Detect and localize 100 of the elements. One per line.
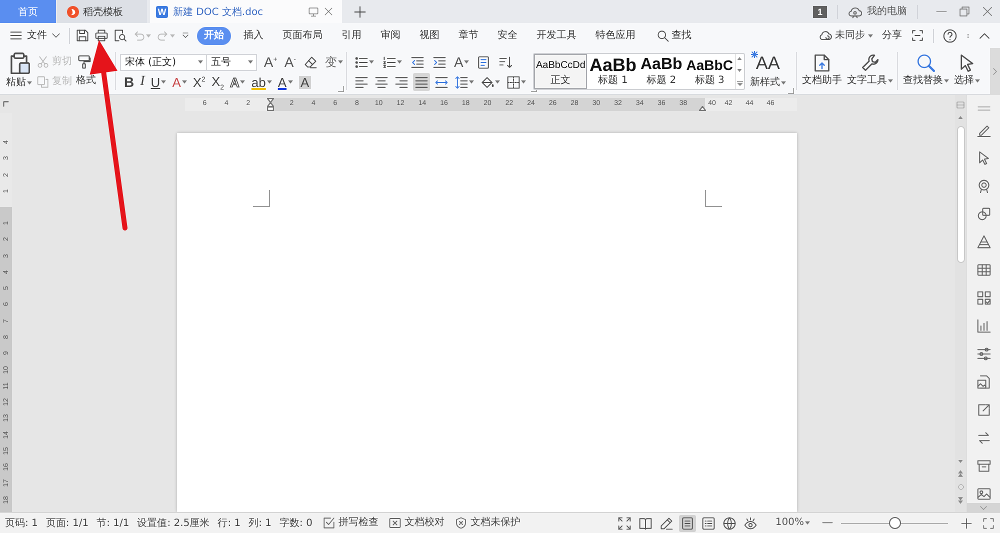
slider-thumb[interactable] <box>888 517 900 529</box>
vertical-scrollbar[interactable] <box>955 95 966 512</box>
fit-icon[interactable] <box>983 518 994 528</box>
grid-icon[interactable] <box>976 291 990 305</box>
ribbon-tab[interactable]: 特色应用 <box>586 28 645 44</box>
style-option[interactable]: AaBbC 标题 3 <box>684 54 735 89</box>
sliders-icon[interactable] <box>976 347 990 361</box>
style-option[interactable]: AaBbCcDd 正文 <box>534 54 588 89</box>
bold-button[interactable]: B <box>123 73 136 91</box>
window-count-badge[interactable]: 1 <box>813 6 827 18</box>
dropdown-icon[interactable] <box>181 32 190 40</box>
select-button[interactable]: 选择 <box>952 52 982 86</box>
shrink-font-button[interactable]: A$^{-}$ <box>283 53 297 71</box>
minus-icon[interactable] <box>822 522 833 524</box>
swap-arrows-icon[interactable] <box>976 431 990 445</box>
file-menu-button[interactable]: 文件 <box>10 30 60 40</box>
character-spacing-button[interactable]: A <box>453 53 470 71</box>
subscript-button[interactable]: X$_{2}$ <box>210 73 226 91</box>
share-button[interactable]: 分享 <box>882 30 902 40</box>
tab-stop-icon[interactable] <box>3 101 9 107</box>
bar-chart-icon[interactable] <box>976 319 990 333</box>
grow-font-button[interactable]: A$^{+}$ <box>262 53 278 71</box>
export-icon[interactable] <box>976 403 990 417</box>
format-painter-button[interactable]: 格式 <box>76 52 96 86</box>
justify-button[interactable] <box>413 73 430 91</box>
page-view-button[interactable] <box>679 514 696 532</box>
rosette-icon[interactable] <box>976 179 990 193</box>
superscript-button[interactable]: X$^{2}$ <box>192 73 206 91</box>
monitor-icon[interactable] <box>308 6 319 16</box>
chevron-up-icon[interactable] <box>979 32 990 38</box>
grip-icon[interactable] <box>976 106 990 111</box>
font-name-field[interactable]: 宋体 (正文) <box>120 54 208 70</box>
ribbon-tab[interactable]: 引用 <box>332 28 371 44</box>
ribbon-tab[interactable]: 页面布局 <box>273 28 332 44</box>
plus-icon[interactable] <box>354 6 366 18</box>
document-tab[interactable]: W 新建 DOC 文档.doc <box>150 0 342 23</box>
search-button[interactable]: 查找 <box>647 26 701 44</box>
find-replace-button[interactable]: 查找替换 <box>900 52 951 86</box>
fullscreen-button[interactable] <box>616 514 634 532</box>
style-option[interactable]: AaBb 标题 2 <box>638 54 684 89</box>
pencil-icon[interactable] <box>976 123 990 137</box>
style-option[interactable]: AaBb 标题 1 <box>587 54 638 89</box>
save-icon[interactable] <box>76 29 89 42</box>
zoom-level-button[interactable]: 100% <box>775 518 810 528</box>
help-icon[interactable] <box>943 28 957 42</box>
double-up-icon[interactable] <box>958 470 963 477</box>
template-tab[interactable]: 稻壳模板 <box>57 0 147 23</box>
document-assistant-button[interactable]: 文档助手 <box>800 52 844 86</box>
ribbon-tab[interactable]: 视图 <box>410 28 449 44</box>
text-tools-button[interactable]: 文字工具 <box>844 52 895 86</box>
ribbon-tab[interactable]: 章节 <box>449 28 488 44</box>
new-style-button[interactable]: AA 新样式 <box>748 52 788 88</box>
font-color-button[interactable]: A <box>276 73 294 91</box>
image-icon[interactable] <box>976 375 990 389</box>
device-button[interactable]: 我的电脑 <box>848 4 907 18</box>
print-preview-icon[interactable] <box>114 29 127 42</box>
scroll-up-icon[interactable] <box>737 57 742 60</box>
font-size-field[interactable]: 五号 <box>206 54 257 70</box>
underline-button[interactable]: U <box>150 73 168 91</box>
outline-view-button[interactable] <box>700 514 718 532</box>
close-icon[interactable] <box>324 7 333 16</box>
italic-button[interactable]: I <box>139 73 146 91</box>
ribbon-tab[interactable]: 安全 <box>488 28 527 44</box>
dialog-launcher-icon[interactable] <box>788 88 794 94</box>
expand-icon[interactable] <box>736 81 743 86</box>
plus-icon[interactable] <box>961 518 972 528</box>
scrollbar-thumb[interactable] <box>956 126 964 263</box>
cursor-icon[interactable] <box>976 151 990 165</box>
protection-button[interactable]: 文档未保护 <box>455 517 520 529</box>
dialog-launcher-icon[interactable] <box>338 86 344 92</box>
print-icon[interactable] <box>95 29 108 42</box>
eye-care-button[interactable] <box>742 514 760 532</box>
scroll-down-icon[interactable] <box>737 69 742 72</box>
corner-brackets-icon[interactable] <box>911 29 924 42</box>
archive-icon[interactable] <box>976 459 990 473</box>
spell-check-button[interactable]: 拼写检查 <box>323 517 378 529</box>
ribbon-tab[interactable]: 开发工具 <box>527 28 586 44</box>
close-icon[interactable] <box>982 6 993 17</box>
web-view-button[interactable] <box>721 514 738 532</box>
paste-button[interactable]: 粘贴 <box>5 52 33 88</box>
writing-mode-button[interactable] <box>658 514 676 532</box>
phonetic-guide-button[interactable]: 变 <box>324 53 344 71</box>
ribbon-tab[interactable]: 审阅 <box>371 28 410 44</box>
scroll-down-icon[interactable] <box>958 460 963 463</box>
minimize-icon[interactable] <box>936 10 947 12</box>
indent-marker-icon[interactable] <box>698 106 706 110</box>
strikethrough-button[interactable]: A <box>171 73 188 91</box>
sync-button[interactable]: 未同步 <box>818 29 873 42</box>
scroll-up-icon[interactable] <box>958 116 963 119</box>
character-shading-button[interactable]: A <box>298 73 312 91</box>
highlight-button[interactable]: ab <box>250 73 273 91</box>
indent-marker-icon[interactable] <box>266 98 274 110</box>
restore-icon[interactable] <box>959 6 970 17</box>
proofread-button[interactable]: 文档校对 <box>389 517 444 529</box>
shapes-icon[interactable] <box>976 207 990 221</box>
ribbon-tab[interactable]: 插入 <box>234 28 273 44</box>
picture-icon[interactable] <box>976 487 990 501</box>
pyramid-icon[interactable] <box>976 235 990 249</box>
table-icon[interactable] <box>976 263 990 277</box>
double-down-icon[interactable] <box>958 497 963 504</box>
